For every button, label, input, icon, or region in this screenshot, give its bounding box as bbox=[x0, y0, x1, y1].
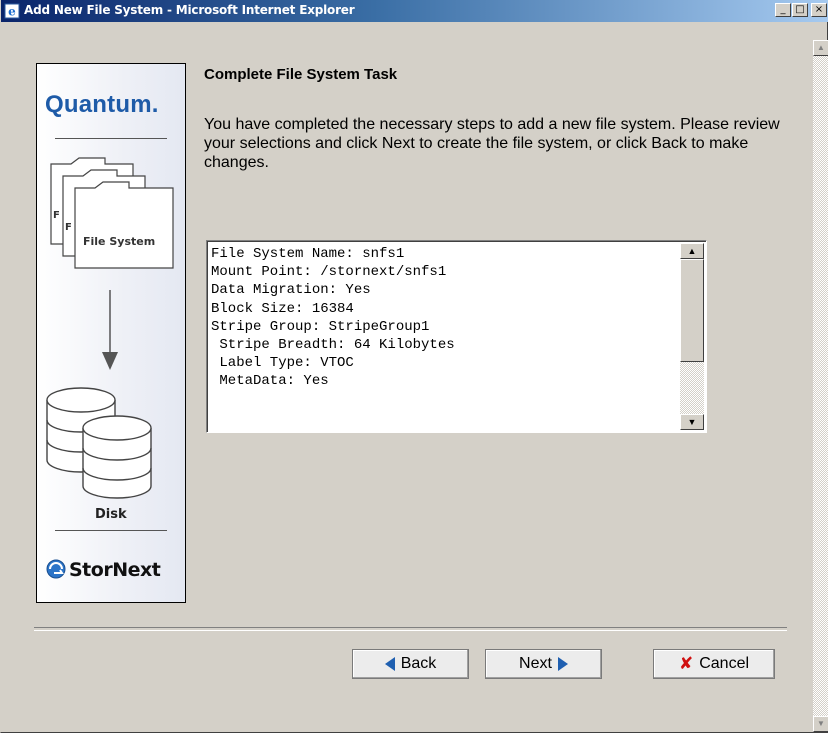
file-system-folders-icon: F F bbox=[50, 157, 174, 269]
stornext-logo: StorNext bbox=[69, 559, 161, 581]
arrow-down-icon bbox=[102, 290, 118, 370]
divider bbox=[55, 530, 167, 531]
stornext-logo-icon bbox=[46, 559, 66, 579]
cancel-button-label: Cancel bbox=[699, 655, 750, 672]
summary-line: Mount Point: /stornext/snfs1 bbox=[211, 264, 447, 281]
next-button[interactable]: Next bbox=[485, 649, 602, 679]
browser-window: e Add New File System - Microsoft Intern… bbox=[0, 0, 828, 733]
scroll-down-arrow-icon[interactable]: ▼ bbox=[680, 414, 704, 430]
disk-label: Disk bbox=[95, 507, 127, 522]
arrow-right-icon bbox=[557, 657, 568, 671]
task-description: You have completed the necessary steps t… bbox=[204, 116, 780, 171]
scroll-up-arrow-icon[interactable]: ▲ bbox=[680, 243, 704, 259]
file-system-label: File System bbox=[83, 235, 156, 248]
summary-line: Data Migration: Yes bbox=[211, 282, 371, 299]
svg-text:F: F bbox=[53, 210, 60, 221]
close-x-icon: ✘ bbox=[678, 654, 694, 674]
back-button-label: Back bbox=[400, 655, 437, 672]
summary-line: Stripe Breadth: 64 Kilobytes bbox=[211, 337, 455, 354]
back-button[interactable]: Back bbox=[352, 649, 469, 679]
disk-icon bbox=[46, 387, 152, 499]
scroll-up-arrow-icon[interactable]: ▲ bbox=[813, 40, 828, 56]
summary-line: File System Name: snfs1 bbox=[211, 246, 405, 262]
window-title: Add New File System - Microsoft Internet… bbox=[24, 3, 355, 17]
svg-text:e: e bbox=[8, 5, 16, 19]
summary-line: Block Size: 16384 bbox=[211, 300, 354, 317]
page-title: Complete File System Task bbox=[204, 66, 398, 83]
close-button[interactable]: × bbox=[811, 3, 827, 17]
svg-text:F: F bbox=[65, 222, 72, 233]
divider bbox=[55, 138, 167, 139]
summary-textarea[interactable]: File System Name: snfs1 Mount Point: /sto… bbox=[206, 240, 707, 433]
quantum-logo: Quantum. bbox=[45, 91, 159, 118]
next-button-label: Next bbox=[519, 655, 552, 672]
scroll-down-arrow-icon[interactable]: ▼ bbox=[813, 716, 828, 732]
summary-line: Label Type: VTOC bbox=[211, 355, 354, 372]
cancel-button[interactable]: ✘ Cancel bbox=[653, 649, 775, 679]
summary-line: MetaData: Yes bbox=[211, 373, 329, 390]
scroll-thumb[interactable] bbox=[680, 259, 704, 362]
summary-scrollbar[interactable]: ▲ ▼ bbox=[680, 243, 704, 430]
title-bar[interactable]: e Add New File System - Microsoft Intern… bbox=[1, 0, 828, 22]
minimize-button[interactable]: _ bbox=[775, 3, 791, 17]
arrow-left-icon bbox=[384, 657, 395, 671]
summary-text: File System Name: snfs1 Mount Point: /sto… bbox=[211, 245, 455, 391]
wizard-side-panel: Quantum. F F File System Disk StorNext bbox=[36, 63, 186, 603]
page-scrollbar[interactable]: ▲ ▼ bbox=[813, 40, 828, 732]
internet-explorer-icon: e bbox=[4, 3, 20, 19]
maximize-button[interactable]: □ bbox=[792, 3, 808, 17]
summary-line: Stripe Group: StripeGroup1 bbox=[211, 318, 430, 335]
separator bbox=[34, 627, 787, 631]
